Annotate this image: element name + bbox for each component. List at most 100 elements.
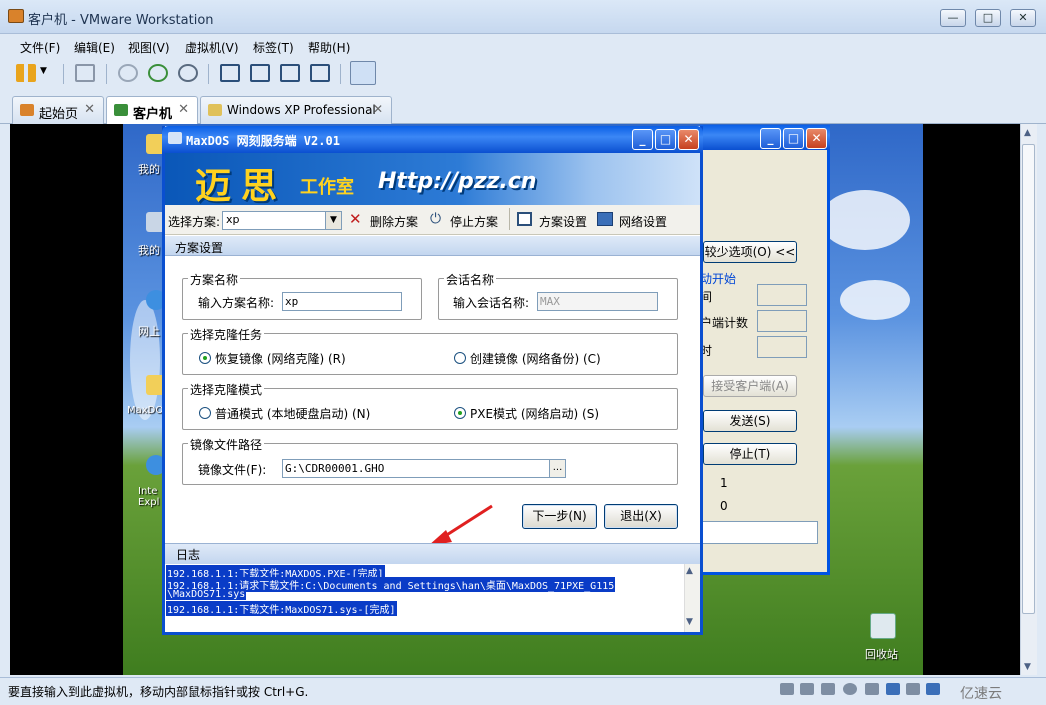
cloud xyxy=(840,280,910,320)
menu-edit[interactable]: 编辑(E) xyxy=(74,39,115,56)
stop-button[interactable]: 停止(T) xyxy=(703,443,797,465)
floppy-icon[interactable] xyxy=(865,683,879,695)
accept-client-button[interactable]: 接受客户端(A) xyxy=(703,375,797,397)
scroll-down-icon[interactable]: ▼ xyxy=(686,617,693,627)
menu-file[interactable]: 文件(F) xyxy=(20,39,60,56)
scheme-select[interactable]: xp xyxy=(222,211,342,230)
watermark: 亿速云 xyxy=(960,686,1002,702)
network-adapter-icon[interactable] xyxy=(886,683,900,695)
menu-help[interactable]: 帮助(H) xyxy=(308,39,350,56)
network-icon[interactable] xyxy=(75,64,95,82)
restore-image-radio[interactable] xyxy=(199,352,211,364)
snapshot-icon[interactable] xyxy=(118,64,138,82)
chevron-down-icon[interactable]: ▼ xyxy=(40,66,47,76)
session-name-input[interactable]: MAX xyxy=(537,292,658,311)
network-icon[interactable] xyxy=(597,212,613,226)
browse-button[interactable]: ... xyxy=(549,459,566,478)
group-title: 选择克隆模式 xyxy=(188,381,265,398)
progress-field xyxy=(700,521,818,544)
close-button[interactable]: ✕ xyxy=(806,128,827,149)
power-icon[interactable]: ⏻ xyxy=(430,211,441,227)
close-button[interactable]: ✕ xyxy=(678,129,699,150)
pxe-mode-label[interactable]: PXE模式 (网络启动) (S) xyxy=(470,405,599,422)
scrollbar-thumb[interactable] xyxy=(1022,144,1035,614)
toolbar-separator xyxy=(509,208,510,230)
settings-icon[interactable] xyxy=(517,212,532,226)
pause-icon[interactable] xyxy=(16,64,36,82)
group-title: 方案名称 xyxy=(188,271,241,288)
maximize-button[interactable]: □ xyxy=(783,128,804,149)
desktop-icon-label: 我的 xyxy=(138,163,160,176)
menu-vm[interactable]: 虚拟机(V) xyxy=(185,39,239,56)
revert-snapshot-icon[interactable] xyxy=(148,64,168,82)
cd-drive-icon[interactable] xyxy=(843,683,857,695)
normal-mode-radio[interactable] xyxy=(199,407,211,419)
create-image-label[interactable]: 创建镜像 (网络备份) (C) xyxy=(470,350,601,367)
guest-border-left xyxy=(10,124,123,675)
scroll-up-icon[interactable]: ▲ xyxy=(686,566,693,576)
desktop-icon-label: 我的 xyxy=(138,244,160,257)
next-button[interactable]: 下一步(N) xyxy=(522,504,597,529)
log-header xyxy=(165,543,700,564)
sidebar-view-icon[interactable] xyxy=(220,64,240,82)
delete-scheme-button[interactable]: 删除方案 xyxy=(370,213,418,230)
sound-icon[interactable] xyxy=(926,683,940,695)
normal-mode-label[interactable]: 普通模式 (本地硬盘启动) (N) xyxy=(215,405,370,422)
maximize-button[interactable]: □ xyxy=(975,9,1001,27)
hard-disk-icon[interactable] xyxy=(821,683,835,695)
maximize-button[interactable]: □ xyxy=(655,129,676,150)
close-icon[interactable]: ✕ xyxy=(373,102,383,116)
exit-button[interactable]: 退出(X) xyxy=(604,504,678,529)
menu-view[interactable]: 视图(V) xyxy=(128,39,170,56)
console-view-icon[interactable] xyxy=(250,64,270,82)
create-image-radio[interactable] xyxy=(454,352,466,364)
home-icon xyxy=(20,104,34,116)
group-title: 选择克隆任务 xyxy=(188,326,265,343)
stop-scheme-button[interactable]: 停止方案 xyxy=(450,213,498,230)
recycle-bin-icon[interactable] xyxy=(870,613,896,639)
tab-home[interactable]: 起始页 ✕ xyxy=(12,96,104,124)
snapshot-manager-icon[interactable] xyxy=(178,64,198,82)
unity-icon[interactable] xyxy=(310,64,330,82)
scheme-name-input[interactable]: xp xyxy=(282,292,402,311)
desktop-icon-label: 网上 xyxy=(138,325,160,338)
thumbnail-view-icon[interactable] xyxy=(350,61,376,85)
start-label: 动开始 xyxy=(700,272,737,286)
group-title: 镜像文件路径 xyxy=(188,436,265,453)
section-header xyxy=(165,236,700,256)
app-icon xyxy=(168,132,182,144)
fullscreen-icon[interactable] xyxy=(280,64,300,82)
hard-disk-icon[interactable] xyxy=(780,683,794,695)
vmware-app-icon xyxy=(8,9,24,23)
toolbar-separator xyxy=(340,64,341,84)
hard-disk-icon[interactable] xyxy=(800,683,814,695)
chevron-down-icon[interactable]: ▼ xyxy=(325,212,341,229)
pxe-mode-radio[interactable] xyxy=(454,407,466,419)
menu-tabs[interactable]: 标签(T) xyxy=(253,39,294,56)
fewer-options-button[interactable]: 较少选项(O) << xyxy=(703,241,797,263)
scroll-up-icon[interactable]: ▲ xyxy=(1024,128,1031,138)
guest-border-right xyxy=(923,124,1020,675)
tab-winxp[interactable]: Windows XP Professional ✕ xyxy=(200,96,392,124)
minimize-button[interactable]: _ xyxy=(632,129,653,150)
minimize-button[interactable]: — xyxy=(940,9,966,27)
log-line: 192.168.1.1:下载文件:MaxDOS71.sys-[完成] xyxy=(166,601,397,616)
minimize-button[interactable]: _ xyxy=(760,128,781,149)
close-icon[interactable]: ✕ xyxy=(178,102,189,117)
close-button[interactable]: ✕ xyxy=(1010,9,1036,27)
restore-image-label[interactable]: 恢复镜像 (网络克隆) (R) xyxy=(215,350,346,367)
stat-value: 1 xyxy=(720,476,728,490)
close-icon[interactable]: ✕ xyxy=(84,102,95,117)
scroll-down-icon[interactable]: ▼ xyxy=(1024,662,1031,672)
send-button[interactable]: 发送(S) xyxy=(703,410,797,432)
image-file-label: 镜像文件(F): xyxy=(198,463,267,477)
tab-client[interactable]: 客户机 ✕ xyxy=(106,96,198,125)
toolbar-separator xyxy=(208,64,209,84)
delete-icon[interactable]: ✕ xyxy=(349,210,362,228)
scheme-settings-button[interactable]: 方案设置 xyxy=(539,213,587,230)
banner-logo: 迈思 xyxy=(195,166,288,205)
image-file-input[interactable]: G:\CDR00001.GHO xyxy=(282,459,550,478)
usb-icon[interactable] xyxy=(906,683,920,695)
network-settings-button[interactable]: 网络设置 xyxy=(619,213,667,230)
log-title: 日志 xyxy=(176,548,201,562)
